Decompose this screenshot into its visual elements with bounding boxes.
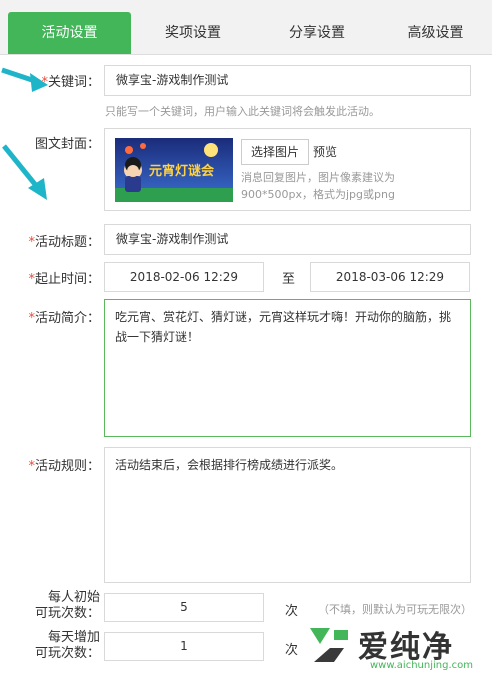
watermark: 爱纯净 www.aichunjing.com [300, 608, 492, 677]
daily-plays-unit: 次 [285, 643, 299, 658]
tab-advanced-settings[interactable]: 高级设置 [379, 12, 492, 54]
init-plays-input[interactable]: 5 [104, 593, 264, 622]
cover-hint-line2: 900*500px，格式为jpg或png [241, 188, 395, 201]
daily-plays-input[interactable]: 1 [104, 632, 264, 661]
tab-activity-settings[interactable]: 活动设置 [8, 12, 131, 54]
keyword-label: *关键词： [41, 75, 100, 90]
title-label: *活动标题： [28, 235, 100, 250]
rules-textarea[interactable]: 活动结束后，会根据排行榜成绩进行派奖。 [104, 447, 471, 583]
tab-share-settings[interactable]: 分享设置 [255, 12, 379, 54]
preview-link[interactable]: 预览 [313, 143, 337, 160]
time-label: *起止时间： [28, 272, 100, 287]
keyword-hint: 只能写一个关键词，用户输入此关键词将会触发此活动。 [105, 105, 380, 118]
watermark-url: www.aichunjing.com [370, 660, 473, 671]
start-time-input[interactable]: 2018-02-06 12:29 [104, 262, 264, 292]
cover-image[interactable]: 元宵灯谜会 [115, 138, 233, 202]
cover-label: 图文封面： [34, 137, 100, 152]
cover-hint-line1: 消息回复图片，图片像素建议为 [241, 171, 395, 184]
daily-plays-label: 每天增加 可玩次数： [34, 630, 100, 661]
end-time-input[interactable]: 2018-03-06 12:29 [310, 262, 470, 292]
intro-textarea[interactable]: 吃元宵、赏花灯、猜灯谜，元宵这样玩才嗨！开动你的脑筋，挑战一下猜灯谜！ [104, 299, 471, 437]
init-plays-label: 每人初始 可玩次数： [34, 590, 100, 621]
select-image-button[interactable]: 选择图片 [241, 139, 309, 165]
title-input[interactable]: 微享宝-游戏制作测试 [104, 224, 471, 255]
cover-image-title: 元宵灯谜会 [149, 164, 215, 179]
init-plays-unit: 次 [285, 604, 299, 619]
keyword-input[interactable]: 微享宝-游戏制作测试 [104, 65, 471, 96]
tab-prize-settings[interactable]: 奖项设置 [131, 12, 255, 54]
intro-label: *活动简介： [28, 311, 100, 326]
tab-bar: 活动设置 奖项设置 分享设置 高级设置 [0, 0, 492, 55]
rules-label: *活动规则： [28, 459, 100, 474]
time-separator: 至 [282, 272, 296, 287]
